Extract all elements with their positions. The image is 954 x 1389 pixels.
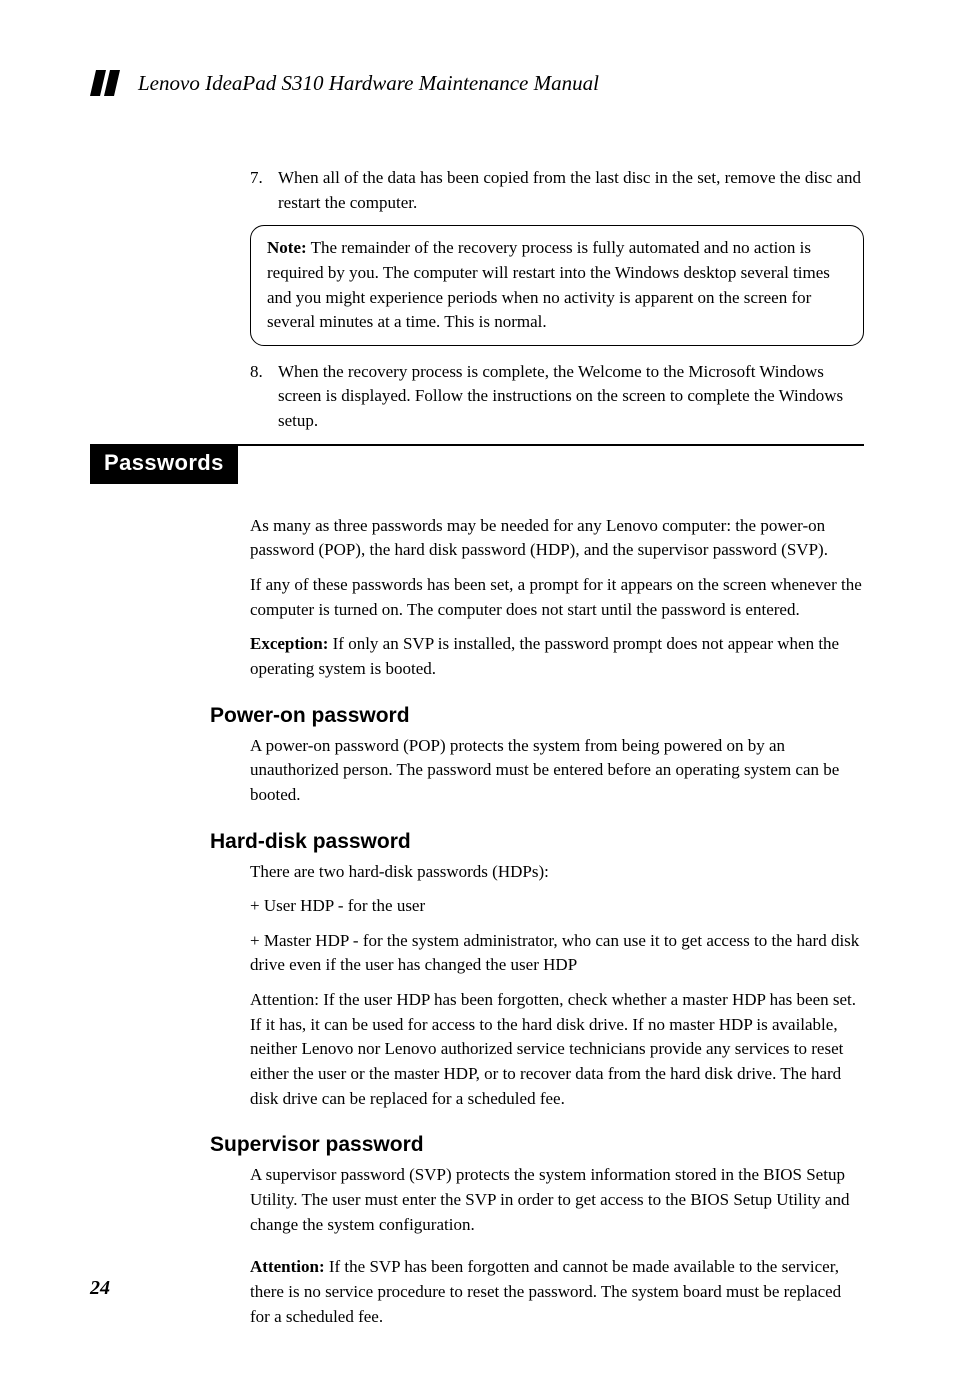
list-text: When the recovery process is complete, t… (278, 360, 864, 434)
exception-lead: Exception: (250, 634, 328, 653)
double-slash-icon (90, 70, 126, 96)
ordered-list-item-8: 8. When the recovery process is complete… (250, 360, 864, 434)
subheading-hard-disk: Hard-disk password (210, 830, 864, 854)
hard-disk-paragraph-3: + Master HDP - for the system administra… (250, 929, 864, 978)
note-box: Note: The remainder of the recovery proc… (250, 225, 864, 346)
note-lead: Note: (267, 238, 307, 257)
subheading-power-on: Power-on password (210, 704, 864, 728)
exception-text: If only an SVP is installed, the passwor… (250, 634, 839, 678)
ordered-list-item-7: 7. When all of the data has been copied … (250, 166, 864, 215)
section-rule (238, 444, 864, 446)
attention-text: If the SVP has been forgotten and cannot… (250, 1257, 841, 1325)
note-text: The remainder of the recovery process is… (267, 238, 830, 331)
section-tab-row: Passwords (90, 444, 864, 484)
subheading-supervisor: Supervisor password (210, 1133, 864, 1157)
supervisor-attention: Attention: If the SVP has been forgotten… (250, 1255, 864, 1329)
section-title-tab: Passwords (90, 444, 238, 484)
list-text: When all of the data has been copied fro… (278, 166, 864, 215)
supervisor-paragraph-1: A supervisor password (SVP) protects the… (250, 1163, 864, 1237)
hard-disk-paragraph-2: + User HDP - for the user (250, 894, 864, 919)
running-head: Lenovo IdeaPad S310 Hardware Maintenance… (90, 70, 864, 96)
attention-lead: Attention: (250, 1257, 325, 1276)
intro-paragraph-2: If any of these passwords has been set, … (250, 573, 864, 622)
page-number: 24 (90, 1277, 110, 1300)
intro-exception: Exception: If only an SVP is installed, … (250, 632, 864, 681)
list-number: 7. (250, 166, 278, 215)
list-number: 8. (250, 360, 278, 434)
hard-disk-paragraph-1: There are two hard-disk passwords (HDPs)… (250, 860, 864, 885)
manual-title: Lenovo IdeaPad S310 Hardware Maintenance… (138, 71, 599, 96)
power-on-paragraph: A power-on password (POP) protects the s… (250, 734, 864, 808)
hard-disk-paragraph-4: Attention: If the user HDP has been forg… (250, 988, 864, 1111)
intro-paragraph-1: As many as three passwords may be needed… (250, 514, 864, 563)
